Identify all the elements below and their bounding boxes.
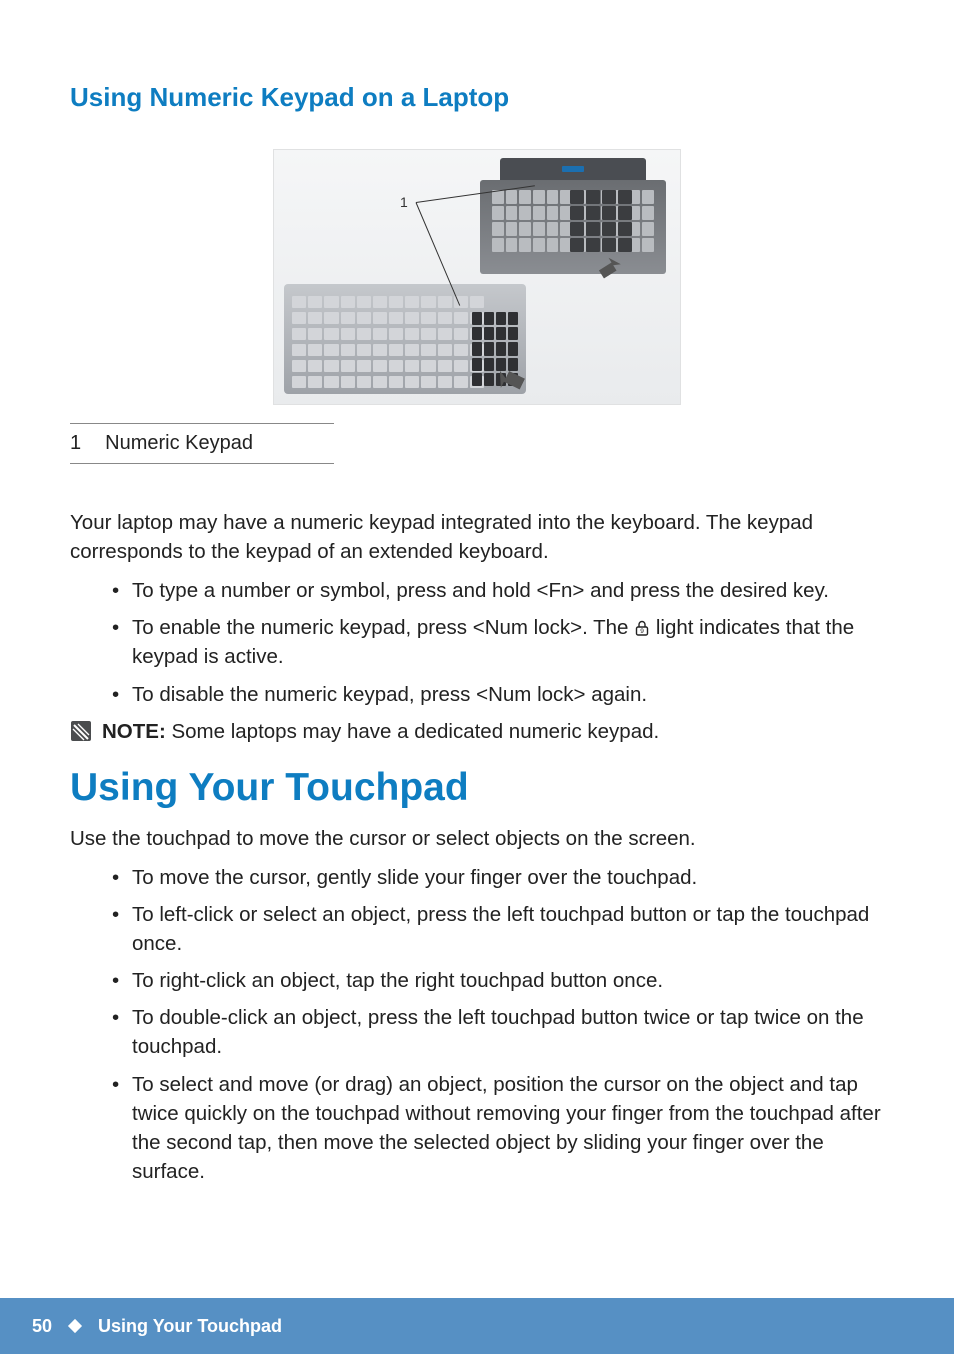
list-item: To right-click an object, tap the right … [118, 966, 884, 995]
note-label: NOTE: [102, 720, 166, 743]
list-item: To enable the numeric keypad, press <Num… [118, 613, 884, 671]
section-heading-touchpad: Using Your Touchpad [70, 766, 884, 810]
svg-text:9: 9 [640, 629, 644, 636]
list-item: To type a number or symbol, press and ho… [118, 576, 884, 605]
list-item: To left-click or select an object, press… [118, 900, 884, 958]
laptop-illustration [474, 154, 672, 294]
list-item: To select and move (or drag) an object, … [118, 1070, 884, 1186]
callout-number: 1 [400, 194, 408, 210]
paragraph-keypad-intro: Your laptop may have a numeric keypad in… [70, 508, 884, 566]
figure-numeric-keypad: 1 [273, 149, 681, 405]
legend-number: 1 [70, 432, 81, 455]
touchpad-bullet-list: To move the cursor, gently slide your fi… [70, 863, 884, 1186]
footer-chapter-title: Using Your Touchpad [98, 1316, 282, 1337]
legend-label: Numeric Keypad [105, 432, 253, 455]
note-icon [70, 720, 92, 742]
laptop-numeric-keypad-highlight [570, 190, 632, 252]
arrow-icon [595, 253, 622, 278]
list-item: To double-click an object, press the lef… [118, 1003, 884, 1061]
note-block: NOTE: Some laptops may have a dedicated … [70, 717, 884, 746]
diamond-separator-icon [68, 1319, 82, 1333]
page-number: 50 [32, 1316, 52, 1337]
document-page: Using Numeric Keypad on a Laptop 1 [0, 0, 954, 1354]
note-text: NOTE: Some laptops may have a dedicated … [102, 717, 659, 746]
figure-legend: 1 Numeric Keypad [70, 423, 334, 464]
section-heading-keypad: Using Numeric Keypad on a Laptop [70, 82, 884, 113]
list-item-text-pre: To enable the numeric keypad, press <Num… [132, 616, 634, 639]
desktop-keyboard-illustration [284, 284, 526, 394]
note-body: Some laptops may have a dedicated numeri… [166, 720, 659, 743]
page-footer: 50 Using Your Touchpad [0, 1298, 954, 1354]
list-item: To move the cursor, gently slide your fi… [118, 863, 884, 892]
paragraph-touchpad-intro: Use the touchpad to move the cursor or s… [70, 824, 884, 853]
list-item: To disable the numeric keypad, press <Nu… [118, 680, 884, 709]
keypad-bullet-list: To type a number or symbol, press and ho… [70, 576, 884, 708]
numlock-indicator-icon: 9 [634, 620, 650, 636]
